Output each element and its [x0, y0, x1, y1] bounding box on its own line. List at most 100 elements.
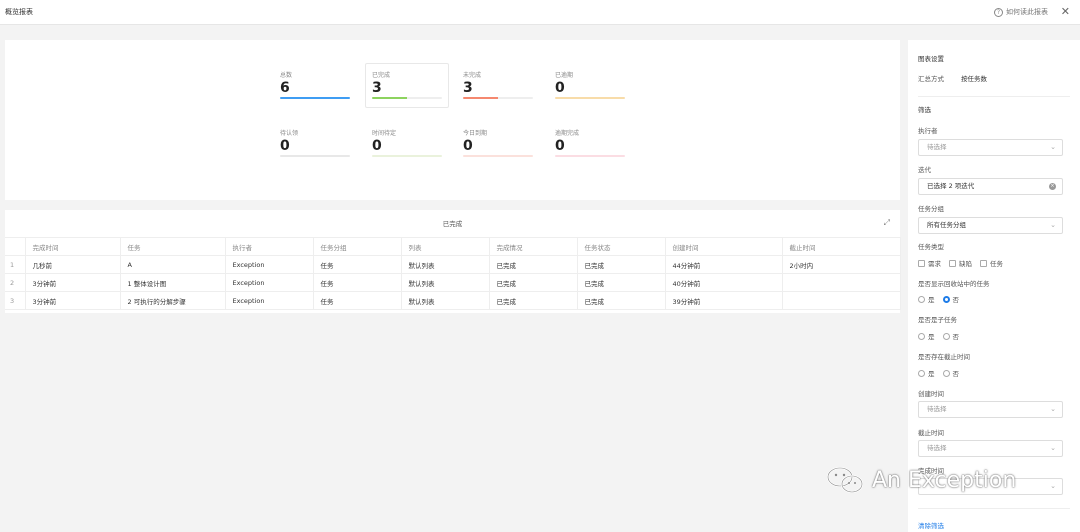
table-cell: 已完成: [577, 255, 666, 274]
table-header[interactable]: 截止时间: [782, 237, 901, 256]
stat-time-pending[interactable]: 时间待定 0: [372, 128, 450, 157]
table-header[interactable]: 完成时间: [25, 237, 121, 256]
checkbox[interactable]: [918, 259, 925, 267]
table-header[interactable]: 任务: [120, 237, 226, 256]
table-cell[interactable]: A: [120, 255, 226, 274]
table-cell: 已完成: [577, 291, 666, 310]
subtask-option-yes[interactable]: 是: [918, 331, 935, 341]
radio[interactable]: [918, 295, 925, 303]
table-cell: 默认列表: [401, 255, 490, 274]
stat-total[interactable]: 总数 6: [280, 70, 358, 99]
stat-value: 0: [372, 138, 382, 154]
clear-icon[interactable]: ×: [1049, 183, 1056, 190]
table-cell[interactable]: 2 可执行的分解步骤: [120, 291, 226, 310]
due-label: 截止时间: [918, 429, 944, 437]
radio[interactable]: [942, 332, 950, 340]
help-link[interactable]: ? 如何读此报表: [994, 7, 1048, 17]
stat-label: 未完成: [463, 72, 482, 79]
row-index: 1: [5, 255, 26, 274]
group-select[interactable]: 所有任务分组 ⌄: [918, 217, 1063, 234]
group-value: 所有任务分组: [927, 221, 966, 229]
filter-title: 筛选: [918, 106, 931, 114]
stat-value: 0: [555, 138, 565, 154]
table-caption: 已完成: [442, 220, 463, 228]
settings-sidebar: 图表设置 汇总方式 按任务数 筛选 执行者 待选择 ⌄ 迭代 已选择 2 项迭代…: [908, 40, 1080, 532]
type-option-bug[interactable]: 缺陷: [949, 258, 972, 268]
stat-label: 时间待定: [372, 130, 397, 137]
table-row[interactable]: 3 3分钟前 2 可执行的分解步骤 Exception 任务 默认列表 已完成 …: [5, 291, 901, 310]
deadline-option-no[interactable]: 否: [942, 368, 959, 378]
recycle-option-no[interactable]: 否: [942, 294, 959, 304]
radio[interactable]: [918, 332, 925, 340]
radio-selected[interactable]: [942, 295, 950, 303]
watermark-text: An Exception: [872, 467, 1017, 493]
radio[interactable]: [942, 369, 950, 377]
stat-value: 3: [372, 80, 382, 96]
table-cell: 任务: [313, 255, 402, 274]
stat-late-done[interactable]: 逾期完成 0: [555, 128, 633, 157]
option-label: 是: [928, 296, 935, 304]
expand-icon[interactable]: ⤢: [884, 218, 890, 228]
stat-bar: [463, 155, 533, 157]
stat-unclaimed[interactable]: 待认领 0: [280, 128, 358, 157]
chevron-down-icon: ⌄: [1050, 444, 1056, 452]
stat-bar: [372, 97, 442, 99]
assignee-select[interactable]: 待选择 ⌄: [918, 139, 1063, 156]
iteration-select[interactable]: 已选择 2 项迭代 ×: [918, 178, 1063, 195]
deadline-option-yes[interactable]: 是: [918, 368, 935, 378]
created-placeholder: 待选择: [927, 405, 947, 413]
stat-value: 3: [463, 80, 473, 96]
table-cell: 已完成: [577, 273, 666, 292]
stat-label: 今日到期: [463, 130, 488, 137]
stat-label: 逾期完成: [555, 130, 580, 137]
type-option-task[interactable]: 任务: [980, 258, 1003, 268]
table-header[interactable]: 完成情况: [489, 237, 578, 256]
iteration-label: 迭代: [918, 166, 931, 174]
watermark: An Exception: [826, 466, 1016, 494]
due-select[interactable]: 待选择 ⌄: [918, 440, 1063, 457]
option-label: 是: [928, 333, 935, 341]
type-option-requirement[interactable]: 需求: [918, 258, 941, 268]
table-cell: 已完成: [489, 255, 578, 274]
assignee-placeholder: 待选择: [927, 143, 947, 151]
stat-overdue[interactable]: 已逾期 0: [555, 70, 633, 99]
table-cell: [782, 273, 901, 292]
close-icon[interactable]: ✕: [1061, 5, 1070, 18]
stat-incomplete[interactable]: 未完成 3: [463, 70, 541, 99]
stat-label: 已完成: [372, 72, 391, 79]
summary-mode-value[interactable]: 按任务数: [961, 73, 987, 83]
table-header[interactable]: 创建时间: [665, 237, 783, 256]
recycle-label: 是否显示回收站中的任务: [918, 280, 990, 288]
subtask-option-no[interactable]: 否: [942, 331, 960, 341]
table-header[interactable]: 任务分组: [313, 237, 402, 256]
table-row[interactable]: 1 几秒前 A Exception 任务 默认列表 已完成 已完成 44分钟前 …: [5, 255, 901, 274]
table-cell: Exception: [225, 273, 314, 292]
radio[interactable]: [918, 369, 925, 377]
stat-value: 6: [280, 80, 290, 96]
recycle-option-yes[interactable]: 是: [918, 294, 935, 304]
checkbox[interactable]: [949, 259, 956, 267]
checkbox[interactable]: [980, 259, 987, 267]
table-cell: Exception: [225, 255, 314, 274]
chart-settings-title: 图表设置: [918, 55, 944, 63]
stat-bar: [372, 155, 442, 157]
stat-bar: [555, 155, 625, 157]
option-label: 否: [952, 333, 960, 341]
stat-completed[interactable]: 已完成 3: [365, 63, 449, 108]
deadline-exists-label: 是否存在截止时间: [918, 353, 970, 361]
stat-due-today[interactable]: 今日到期 0: [463, 128, 541, 157]
stat-value: 0: [463, 138, 473, 154]
clear-filter-link[interactable]: 清除筛选: [918, 520, 944, 530]
table-header[interactable]: 任务状态: [577, 237, 666, 256]
option-label: 需求: [928, 260, 941, 268]
table-cell[interactable]: 1 整体设计图: [120, 273, 226, 292]
table-header[interactable]: 列表: [401, 237, 490, 256]
type-options: 需求 缺陷 任务: [918, 258, 1003, 268]
table-row[interactable]: 2 3分钟前 1 整体设计图 Exception 任务 默认列表 已完成 已完成…: [5, 273, 901, 292]
table-header[interactable]: 执行者: [225, 237, 314, 256]
stat-label: 待认领: [280, 130, 299, 137]
created-select[interactable]: 待选择 ⌄: [918, 401, 1063, 418]
iteration-value: 已选择 2 项迭代: [927, 182, 975, 190]
table-cell: 任务: [313, 273, 402, 292]
deadline-exists-options: 是 否: [918, 368, 959, 378]
